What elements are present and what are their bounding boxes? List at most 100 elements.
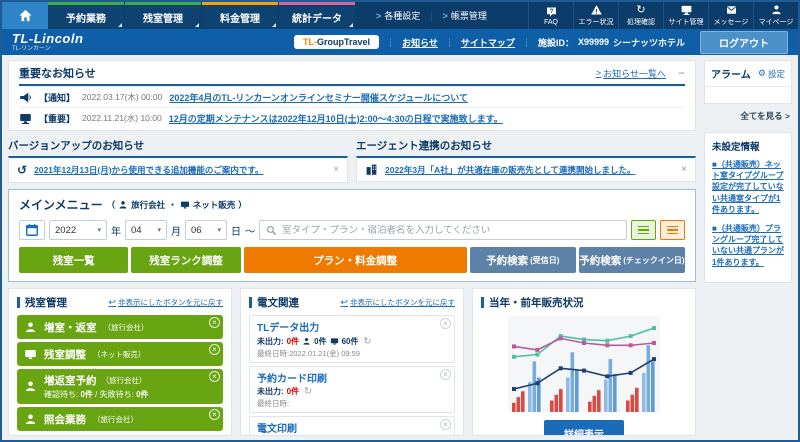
unset-plan-group-link[interactable]: ■（共通販売）プラングループ完了していない共通プランが1件あります。: [712, 223, 784, 268]
reservation-search-checkin-button[interactable]: 予約検索 (チェックイン日): [578, 247, 686, 273]
telegram-print-link[interactable]: 電文印刷: [257, 420, 438, 435]
inquiry-operations-button[interactable]: 照会業務 （旅行会社） ×: [17, 407, 223, 431]
close-icon[interactable]: ×: [209, 409, 220, 420]
notice-link[interactable]: 12月の定期メンテナンスは2022年12月10日(土)2:00〜4:30の日程で…: [169, 112, 503, 125]
tab-statistics[interactable]: 統計データ: [279, 2, 355, 29]
nav-secondary-links: > 各種設定 | > 帳票管理: [366, 2, 497, 29]
month-select[interactable]: 04 ▾: [125, 220, 167, 240]
day-select[interactable]: 06 ▾: [185, 220, 227, 240]
month-label: 月: [171, 226, 181, 238]
plan-rate-adjust-button[interactable]: プラン・料金調整: [243, 247, 467, 273]
logo-subtext: TL-リンカーン: [12, 46, 51, 52]
green-list-toggle[interactable]: [631, 220, 656, 240]
notice-tag: 【重要】: [39, 113, 76, 124]
list-icon: [638, 225, 649, 235]
calendar-button[interactable]: [19, 220, 45, 240]
close-icon[interactable]: ×: [209, 344, 220, 355]
important-notice-panel: 重要なお知らせ > お知らせ一覧へ − 【通知】 2022.03.17(木) 00…: [8, 60, 696, 131]
last-output-datetime: 最終日時:: [257, 399, 290, 408]
person-icon: [303, 337, 310, 345]
alarm-card: アラーム ⚙ 設定: [704, 60, 792, 104]
year-select[interactable]: 2022 ▾: [49, 220, 107, 240]
util-faq[interactable]: ? FAQ: [528, 2, 573, 29]
divider: ｜: [521, 37, 531, 48]
all-notices-link[interactable]: > お知らせ一覧へ: [596, 67, 666, 80]
refresh-icon[interactable]: ↻: [363, 336, 371, 347]
alarm-settings-link[interactable]: ⚙ 設定: [758, 68, 785, 80]
unset-room-type-link[interactable]: ■（共通販売）ネット室タイプグループ設定が完了していない共通室タイプが1件ありま…: [712, 159, 784, 215]
add-return-room-button[interactable]: 増室・返室 （旅行会社） ×: [17, 315, 223, 339]
nav-link-reports[interactable]: > 帳票管理: [433, 9, 497, 22]
search-input[interactable]: [282, 224, 620, 236]
notice-link[interactable]: 2022年4月のTL-リンカーンオンラインセミナー開催スケジュールについて: [169, 91, 468, 104]
list-icon: [667, 225, 678, 235]
util-label: エラー状況: [578, 19, 614, 26]
util-label: サイト管理: [668, 19, 704, 26]
chevron-icon: >: [595, 68, 602, 78]
nav-link-settings[interactable]: > 各種設定: [366, 9, 430, 22]
calendar-icon: [26, 224, 38, 236]
util-site-management[interactable]: サイト管理: [663, 2, 708, 29]
util-process-check[interactable]: ↻ 処理確認: [618, 2, 663, 29]
close-icon[interactable]: ×: [209, 317, 220, 328]
chevron-icon: >: [376, 10, 382, 21]
refresh-icon[interactable]: ↻: [304, 386, 312, 397]
close-icon[interactable]: ×: [333, 165, 339, 175]
minimize-button[interactable]: −: [678, 67, 685, 79]
panel-title: メインメニュー: [19, 198, 103, 212]
util-mypage[interactable]: マイページ: [753, 2, 798, 29]
close-icon[interactable]: ×: [440, 318, 451, 329]
bottom-panels-row: 残室管理 ↩ 非表示にしたボタンを元に戻す 増室・返室 （旅行会社） × 残室調整…: [8, 288, 696, 436]
reservation-search-received-button[interactable]: 予約検索 (受信日): [469, 247, 576, 273]
notice-row: 【重要】 2022.11.21(水) 10:00 12月の定期メンテナンスは20…: [19, 107, 685, 128]
room-list-button[interactable]: 残室一覧: [19, 247, 129, 273]
view-all-link[interactable]: 全てを見る >: [706, 110, 790, 122]
chevron-down-icon: ▾: [217, 227, 221, 234]
add-return-reservation-button[interactable]: 増返室予約 （旅行会社） 確認待ち: 0件 / 失敗待ち: 0件 ×: [17, 369, 223, 404]
logo-text: TL-Lincoln: [12, 31, 84, 46]
home-icon: [18, 9, 32, 22]
facility-id-value: X99999: [577, 37, 609, 47]
agent-notice-section: エージェント連携のお知らせ 2022年3月「A社」が共通在庫の販売先として連携開…: [356, 137, 696, 183]
tl-data-export-card: TLデータ出力 未出力: 0件 0件 60件 ↻ 最終日時:2022.01.21…: [249, 315, 455, 363]
logout-button[interactable]: ログアウト: [700, 30, 788, 54]
tab-rates[interactable]: 料金管理: [202, 2, 278, 29]
close-icon[interactable]: ×: [209, 371, 220, 382]
close-icon[interactable]: ×: [440, 368, 451, 380]
agent-notice-link[interactable]: 2022年3月「A社」が共通在庫の販売先として連携開始しました。: [385, 164, 674, 176]
travel-agent-label: 旅行会社: [131, 199, 166, 210]
detail-view-button[interactable]: 詳細表示: [544, 420, 624, 435]
orange-list-toggle[interactable]: [660, 220, 685, 240]
panel-title: 残室管理: [25, 297, 67, 309]
brand-bar: TL-Lincoln TL-リンカーン TL-GroupTravel ｜ お知ら…: [2, 29, 798, 55]
restore-hidden-buttons-link[interactable]: ↩ 非表示にしたボタンを元に戻す: [108, 297, 223, 308]
tl-data-export-link[interactable]: TLデータ出力: [257, 319, 438, 334]
version-notice-link[interactable]: 2021年12月13日(月)から使用できる追加機能のご案内です。: [34, 164, 326, 176]
group-travel-badge[interactable]: TL-GroupTravel: [294, 35, 380, 49]
sitemap-link[interactable]: サイトマップ: [461, 36, 515, 49]
search-icon: [267, 225, 277, 235]
day-label: 日: [231, 226, 241, 238]
util-label: FAQ: [543, 18, 558, 26]
facility-info: 施設ID： X99999 シーナッツホテル: [538, 36, 685, 49]
monitor-icon: [681, 5, 691, 16]
restore-hidden-buttons-link[interactable]: ↩ 非表示にしたボタンを元に戻す: [340, 297, 455, 308]
room-rank-adjust-button[interactable]: 残室ランク調整: [131, 247, 241, 273]
close-icon[interactable]: ×: [440, 419, 451, 430]
news-link[interactable]: お知らせ: [402, 36, 438, 49]
tab-label: 予約業務: [66, 13, 106, 25]
divider: ｜: [386, 37, 396, 48]
util-messages[interactable]: メッセージ: [708, 2, 753, 29]
reservation-card-print-link[interactable]: 予約カード印刷: [257, 370, 438, 385]
tab-reservations[interactable]: 予約業務: [48, 2, 124, 29]
close-icon[interactable]: ×: [681, 164, 687, 175]
chevron-down-icon: ▾: [97, 227, 101, 234]
important-notice-header: 重要なお知らせ > お知らせ一覧へ −: [19, 65, 685, 86]
tab-room-inventory[interactable]: 残室管理: [125, 2, 201, 29]
secondary-notices-row: バージョンアップのお知らせ ↺ 2021年12月13日(月)から使用できる追加機…: [8, 137, 696, 183]
room-adjust-button[interactable]: 残室調整 （ネット販売） ×: [17, 342, 223, 366]
sales-combo-chart: [508, 316, 660, 412]
chevron-down-icon: ▾: [157, 227, 161, 234]
util-error-status[interactable]: ! エラー状況: [573, 2, 618, 29]
home-button[interactable]: [2, 2, 48, 29]
